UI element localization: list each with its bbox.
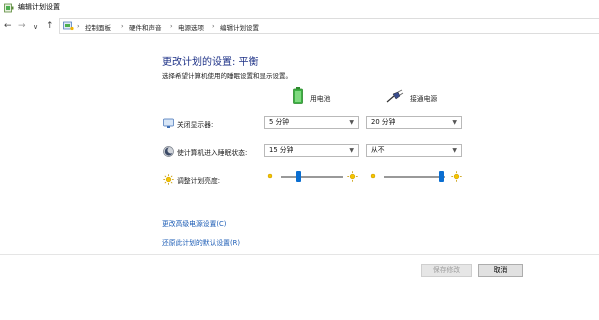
brightness-battery-slider-track[interactable] bbox=[281, 176, 343, 178]
sleep-label: 使计算机进入睡眠状态: bbox=[177, 149, 248, 157]
breadcrumb-separator: › bbox=[77, 22, 80, 30]
forward-button[interactable]: → bbox=[18, 21, 26, 31]
brightness-high-icon bbox=[347, 171, 358, 182]
display-icon bbox=[163, 118, 174, 128]
chevron-down-icon: ▼ bbox=[452, 119, 457, 126]
chevron-down-icon: ▼ bbox=[349, 147, 354, 154]
plugged-in-column-label: 接通电源 bbox=[410, 95, 438, 103]
battery-column-label: 用电池 bbox=[310, 95, 331, 103]
breadcrumb-power-options[interactable]: 电源选项 bbox=[178, 22, 204, 32]
breadcrumb-hardware-sound[interactable]: 硬件和声音 bbox=[129, 22, 162, 32]
brightness-plugged-slider-track[interactable] bbox=[384, 176, 445, 178]
sleep-moon-icon bbox=[163, 146, 174, 157]
breadcrumb-separator: › bbox=[170, 22, 173, 30]
brightness-label: 调整计划亮度: bbox=[177, 177, 221, 185]
battery-icon bbox=[293, 87, 303, 104]
brightness-battery-slider-thumb[interactable] bbox=[296, 171, 302, 182]
save-changes-button[interactable]: 保存修改 bbox=[421, 264, 472, 277]
display-off-plugged-select[interactable]: 20 分钟 ▼ bbox=[366, 116, 462, 129]
brightness-sun-icon bbox=[163, 174, 174, 185]
chevron-down-icon: ▼ bbox=[349, 119, 354, 126]
brightness-low-icon bbox=[370, 173, 376, 179]
breadcrumb-control-panel[interactable]: 控制面板 bbox=[85, 22, 111, 32]
breadcrumb-edit-plan[interactable]: 编辑计划设置 bbox=[220, 22, 259, 32]
back-button[interactable]: ← bbox=[4, 21, 12, 31]
chevron-down-icon: ▼ bbox=[452, 147, 457, 154]
restore-defaults-link[interactable]: 还原此计划的默认设置(R) bbox=[162, 237, 240, 247]
sleep-battery-value: 15 分钟 bbox=[269, 146, 294, 154]
sleep-plugged-value: 从不 bbox=[371, 146, 385, 154]
brightness-high-icon bbox=[451, 171, 462, 182]
turn-off-display-label: 关闭显示器: bbox=[177, 121, 214, 129]
sleep-plugged-select[interactable]: 从不 ▼ bbox=[366, 144, 462, 157]
display-off-battery-value: 5 分钟 bbox=[269, 118, 290, 126]
title-bar bbox=[0, 0, 599, 16]
breadcrumb-separator: › bbox=[212, 22, 215, 30]
footer-divider bbox=[0, 254, 599, 255]
breadcrumb-separator: › bbox=[121, 22, 124, 30]
recent-locations-button[interactable]: ∨ bbox=[33, 22, 38, 32]
power-plug-icon bbox=[386, 89, 404, 103]
window-title: 编辑计划设置 bbox=[18, 3, 60, 11]
page-title: 更改计划的设置: 平衡 bbox=[162, 57, 259, 68]
brightness-low-icon bbox=[267, 173, 273, 179]
advanced-power-settings-link[interactable]: 更改高级电源设置(C) bbox=[162, 218, 226, 228]
display-off-battery-select[interactable]: 5 分钟 ▼ bbox=[264, 116, 359, 129]
page-subtitle: 选择希望计算机使用的睡眠设置和显示设置。 bbox=[162, 72, 292, 80]
brightness-plugged-slider-thumb[interactable] bbox=[438, 171, 444, 182]
display-off-plugged-value: 20 分钟 bbox=[371, 118, 396, 126]
cancel-button[interactable]: 取消 bbox=[478, 264, 523, 277]
sleep-battery-select[interactable]: 15 分钟 ▼ bbox=[264, 144, 359, 157]
control-panel-icon bbox=[63, 21, 74, 31]
up-button[interactable]: ↑ bbox=[46, 21, 54, 31]
power-plan-icon bbox=[4, 3, 14, 13]
